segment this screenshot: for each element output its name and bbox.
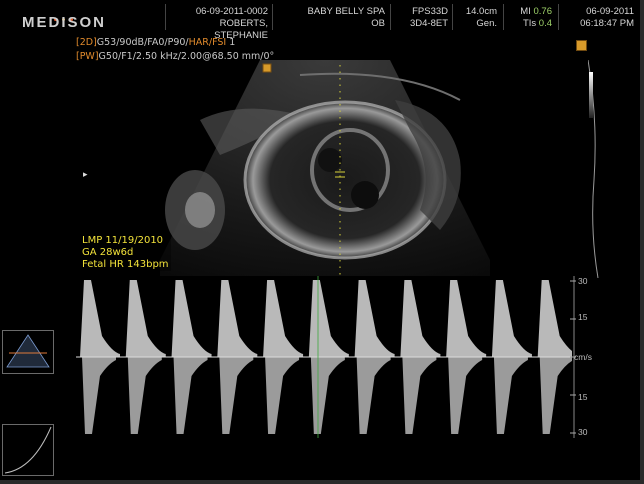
- param-2d-text: G53/90dB/FA0/P90/: [96, 37, 189, 48]
- datetime-block: 06-09-2011 06:18:47 PM: [560, 6, 634, 30]
- tis-label: TIs: [522, 18, 537, 29]
- measurement-panel: LMP 11/19/2010 GA 28w6d Fetal HR 143bpm: [80, 235, 171, 271]
- gray-scale-bar: [589, 72, 593, 118]
- param-2d-harmonic: HAR/FSI: [188, 37, 227, 48]
- fps-value: FPS33D: [412, 6, 448, 17]
- exam-time: 06:18:47 PM: [580, 18, 634, 29]
- bmode-image[interactable]: [160, 60, 490, 278]
- scale-top: 30: [578, 276, 588, 286]
- mode-tag-2d: [2D]: [76, 37, 97, 48]
- probe-block: FPS33D 3D4-8ET: [393, 6, 448, 30]
- sp-marker-icon: [576, 40, 587, 51]
- scale-lower-mid: 15: [578, 392, 588, 402]
- focus-marker-icon: [262, 63, 272, 73]
- medison-logo: MEDISON: [22, 14, 107, 31]
- scale-upper-mid: 15: [578, 312, 588, 322]
- patient-id: 06-09-2011-0002: [195, 6, 268, 17]
- depth-block: 14.0cm Gen.: [455, 6, 497, 30]
- sector-thumbnail[interactable]: [2, 330, 54, 374]
- preset-name: Gen.: [476, 18, 497, 29]
- param-line-2d: [2D]G53/90dB/FA0/P90/HAR/FSI 1: [76, 37, 235, 48]
- doppler-spectrum[interactable]: [76, 276, 572, 438]
- lmp-text: LMP 11/19/2010: [82, 235, 164, 246]
- param-2d-fsi: 1: [226, 37, 236, 48]
- depth-value: 14.0cm: [465, 6, 497, 17]
- mi-label: MI: [520, 6, 531, 17]
- mi-value: 0.76: [533, 6, 553, 17]
- fetal-hr-text: Fetal HR 143bpm: [82, 259, 169, 270]
- scale-bottom: 30: [578, 427, 588, 437]
- safety-index-block: MI 0.76 TIs 0.4: [506, 6, 552, 30]
- curve-thumbnail[interactable]: [2, 424, 54, 476]
- focal-zone-icon: ▸: [83, 169, 88, 179]
- exam-type: OB: [371, 18, 385, 29]
- exam-date: 06-09-2011: [586, 6, 634, 17]
- tis-value: 0.4: [538, 18, 552, 29]
- facility-name: BABY BELLY SPA: [307, 6, 385, 17]
- mode-tag-pw: [PW]: [76, 51, 99, 62]
- ga-text: GA 28w6d: [82, 247, 134, 258]
- probe-name: 3D4-8ET: [409, 18, 448, 29]
- scale-ticks: [570, 276, 576, 438]
- ultrasound-screen: MEDISON 06-09-2011-0002 ROBERTS, STEPHAN…: [0, 0, 644, 484]
- facility-block: BABY BELLY SPA OB: [275, 6, 385, 30]
- header-bar: MEDISON 06-09-2011-0002 ROBERTS, STEPHAN…: [0, 0, 640, 41]
